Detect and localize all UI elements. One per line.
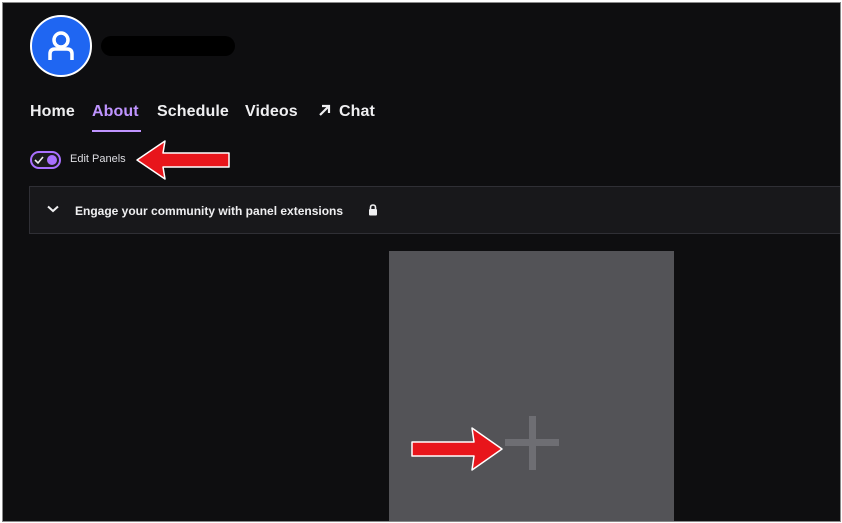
- tab-about[interactable]: About: [92, 103, 139, 121]
- edit-panels-toggle[interactable]: [30, 151, 61, 169]
- tab-chat-label: Chat: [339, 103, 375, 120]
- add-panel-card[interactable]: [389, 251, 674, 521]
- avatar[interactable]: [30, 15, 92, 77]
- plus-icon[interactable]: [505, 416, 559, 470]
- arrow-to-edit-panels: [136, 140, 230, 180]
- redacted-channel-name: [101, 36, 235, 56]
- panel-extensions-text: Engage your community with panel extensi…: [75, 204, 344, 218]
- edit-panels-label: Edit Panels: [70, 153, 126, 165]
- user-icon: [48, 31, 74, 60]
- channel-page: Home About Schedule Videos Chat Edit Pan…: [2, 2, 841, 522]
- chevron-down-icon: [47, 205, 59, 213]
- lock-icon: [369, 204, 377, 216]
- check-icon: [34, 156, 44, 165]
- tab-home[interactable]: Home: [30, 103, 75, 121]
- active-tab-underline: [92, 130, 141, 132]
- panel-extensions-banner[interactable]: Engage your community with panel extensi…: [29, 186, 840, 234]
- arrow-to-add-panel: [411, 427, 503, 471]
- toggle-knob: [47, 155, 57, 165]
- tab-chat[interactable]: Chat: [318, 103, 375, 121]
- tab-videos[interactable]: Videos: [245, 103, 298, 121]
- tab-schedule[interactable]: Schedule: [157, 103, 229, 121]
- external-arrow-icon: [319, 104, 331, 116]
